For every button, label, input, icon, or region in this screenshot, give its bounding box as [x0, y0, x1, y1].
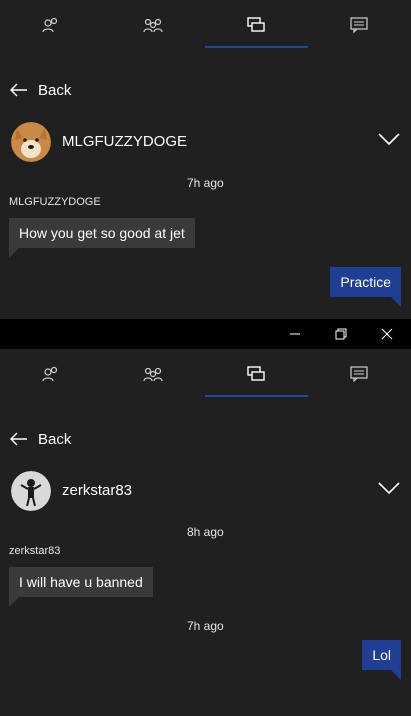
tab-bar — [0, 0, 411, 50]
avatar[interactable] — [11, 471, 51, 511]
outgoing-message-tail — [391, 670, 401, 680]
outgoing-message-tail — [391, 297, 401, 307]
close-button[interactable] — [364, 319, 410, 349]
notifications-icon — [350, 17, 368, 33]
incoming-message: How you get so good at jet — [9, 218, 195, 248]
outgoing-message: Practice — [330, 267, 401, 297]
message-timestamp: 7h ago — [187, 619, 224, 633]
contact-name: zerkstar83 — [62, 482, 133, 499]
incoming-message: I will have u banned — [9, 567, 153, 597]
messages-icon — [247, 17, 265, 32]
message-sender: MLGFUZZYDOGE — [9, 196, 101, 208]
tab-friends[interactable] — [0, 0, 102, 50]
tab-party[interactable] — [102, 349, 204, 399]
notifications-icon — [350, 366, 368, 382]
friends-icon — [42, 366, 58, 382]
maximize-button[interactable] — [318, 319, 364, 349]
contact-name: MLGFUZZYDOGE — [62, 133, 188, 150]
back-label: Back — [38, 81, 72, 99]
friends-icon — [42, 17, 58, 33]
chevron-down-icon — [378, 133, 400, 146]
tab-bar — [0, 349, 411, 399]
chevron-down-icon — [378, 482, 400, 495]
party-icon — [143, 18, 163, 33]
maximize-icon — [335, 328, 347, 340]
avatar[interactable] — [11, 122, 51, 162]
message-sender: zerkstar83 — [9, 545, 61, 557]
back-arrow-icon — [10, 432, 27, 446]
conversation-panel-2: Back zerkstar83 8h ago zerkstar83 I will… — [0, 349, 411, 716]
tab-notifications[interactable] — [308, 349, 410, 399]
conversation-panel-1: Back MLGFUZZYDOGE 7h ago MLGFUZZYDOGE Ho… — [0, 0, 411, 319]
tab-friends[interactable] — [0, 349, 102, 399]
doge-avatar — [11, 122, 51, 162]
party-icon — [143, 367, 163, 382]
close-icon — [381, 328, 393, 340]
expand-button[interactable] — [378, 481, 400, 500]
expand-button[interactable] — [378, 132, 400, 151]
back-button[interactable]: Back — [10, 427, 71, 451]
back-arrow-icon — [10, 83, 27, 97]
minimize-button[interactable] — [272, 319, 318, 349]
astronaut-avatar — [11, 471, 51, 511]
back-label: Back — [38, 430, 72, 448]
incoming-message-tail — [9, 248, 19, 258]
message-timestamp: 8h ago — [187, 525, 224, 539]
window-titlebar — [0, 319, 411, 349]
back-button[interactable]: Back — [10, 78, 71, 102]
active-tab-indicator — [205, 395, 308, 397]
outgoing-message: Lol — [362, 640, 401, 670]
tab-notifications[interactable] — [308, 0, 410, 50]
tab-messages[interactable] — [205, 0, 307, 50]
tab-party[interactable] — [102, 0, 204, 50]
message-timestamp: 7h ago — [187, 176, 224, 190]
tab-messages[interactable] — [205, 349, 307, 399]
active-tab-indicator — [205, 46, 308, 48]
messages-icon — [247, 366, 265, 381]
incoming-message-tail — [9, 597, 19, 607]
minimize-icon — [290, 333, 300, 335]
